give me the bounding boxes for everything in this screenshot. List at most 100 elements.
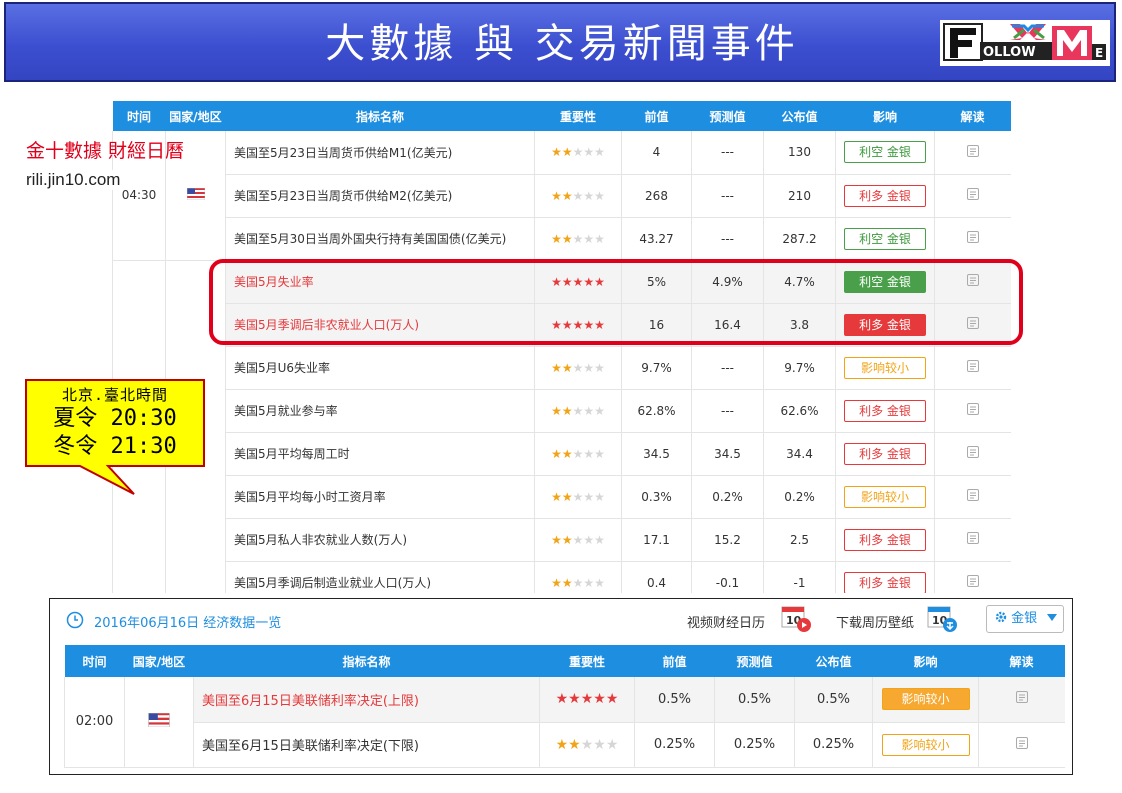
actual-value: 3.8 xyxy=(763,303,836,347)
star-filled-icon: ★ xyxy=(561,575,573,590)
document-icon[interactable] xyxy=(966,359,980,373)
interpret-cell xyxy=(934,174,1011,218)
indicator-name[interactable]: 美国5月就业参与率 xyxy=(225,389,535,433)
star-empty-icon: ★ xyxy=(594,360,605,375)
document-icon[interactable] xyxy=(966,187,980,201)
star-filled-icon: ★ xyxy=(572,274,584,289)
table-row[interactable]: 美国5月平均每周工时 ★★★★★ 34.5 34.5 34.4 利多 金银 xyxy=(113,432,1011,476)
interpret-cell xyxy=(934,217,1011,261)
document-icon[interactable] xyxy=(966,273,980,287)
star-empty-icon: ★ xyxy=(572,532,584,547)
table-row[interactable]: 美国至5月30日当周外国央行持有美国国债(亿美元) ★★★★★ 43.27 --… xyxy=(113,217,1011,261)
indicator-name[interactable]: 美国5月失业率 xyxy=(225,260,535,304)
col-header-country: 国家/地区 xyxy=(124,645,194,677)
actual-value: 210 xyxy=(763,174,836,218)
col-header-previous: 前值 xyxy=(621,101,692,131)
previous-value: 0.5% xyxy=(634,677,715,723)
impact-badge[interactable]: 影响较小 xyxy=(844,356,926,379)
impact-badge[interactable]: 利空 金银 xyxy=(844,270,926,293)
impact-badge[interactable]: 利空 金银 xyxy=(844,227,926,250)
importance-stars: ★★★★★ xyxy=(534,174,622,218)
star-empty-icon: ★ xyxy=(583,231,595,246)
forecast-value: --- xyxy=(691,389,764,433)
star-filled-icon: ★ xyxy=(555,736,569,753)
col-header-time: 时间 xyxy=(112,101,166,131)
download-wallpaper-link[interactable]: 下载周历壁纸 xyxy=(836,612,914,631)
star-filled-icon: ★ xyxy=(605,691,619,708)
indicator-name[interactable]: 美国至5月23日当周货币供给M2(亿美元) xyxy=(225,174,535,218)
table-row[interactable]: 美国5月平均每小时工资月率 ★★★★★ 0.3% 0.2% 0.2% 影响较小 xyxy=(113,475,1011,519)
importance-stars: ★★★★★ xyxy=(534,131,622,175)
table-header-row: 时间 国家/地区 指标名称 重要性 前值 预测值 公布值 影响 解读 xyxy=(112,101,1011,131)
document-icon[interactable] xyxy=(966,402,980,416)
forecast-value: 4.9% xyxy=(691,260,764,304)
star-empty-icon: ★ xyxy=(583,446,595,461)
star-empty-icon: ★ xyxy=(580,736,594,753)
col-header-interpret: 解读 xyxy=(934,101,1011,131)
indicator-name[interactable]: 美国5月平均每小时工资月率 xyxy=(225,475,535,519)
col-header-impact: 影响 xyxy=(872,645,979,677)
impact-badge[interactable]: 利多 金银 xyxy=(844,528,926,551)
document-icon[interactable] xyxy=(966,316,980,330)
document-icon[interactable] xyxy=(966,230,980,244)
impact-badge[interactable]: 利多 金银 xyxy=(844,399,926,422)
actual-value: 0.2% xyxy=(763,475,836,519)
star-filled-icon: ★ xyxy=(551,317,562,332)
impact-badge[interactable]: 影响较小 xyxy=(881,733,970,756)
previous-value: 0.25% xyxy=(634,722,715,768)
previous-value: 62.8% xyxy=(621,389,692,433)
table-row[interactable]: 美国5月U6失业率 ★★★★★ 9.7% --- 9.7% 影响较小 xyxy=(113,346,1011,390)
star-filled-icon: ★ xyxy=(572,317,584,332)
impact-badge[interactable]: 利多 金银 xyxy=(844,313,926,336)
col-header-previous: 前值 xyxy=(634,645,715,677)
impact-badge[interactable]: 利多 金银 xyxy=(844,571,926,594)
table-row[interactable]: 美国5月私人非农就业人数(万人) ★★★★★ 17.1 15.2 2.5 利多 … xyxy=(113,518,1011,562)
impact-badge[interactable]: 影响较小 xyxy=(881,688,970,711)
indicator-name[interactable]: 美国至5月23日当周货币供给M1(亿美元) xyxy=(225,131,535,175)
col-header-importance: 重要性 xyxy=(534,101,622,131)
indicator-name[interactable]: 美国5月季调后非农就业人口(万人) xyxy=(225,303,535,347)
star-empty-icon: ★ xyxy=(572,360,584,375)
impact-badge[interactable]: 利多 金银 xyxy=(844,184,926,207)
calendar-video-icon[interactable]: 10 xyxy=(780,605,812,633)
previous-value: 34.5 xyxy=(621,432,692,476)
star-empty-icon: ★ xyxy=(593,736,606,753)
col-header-importance: 重要性 xyxy=(539,645,635,677)
indicator-name[interactable]: 美国5月U6失业率 xyxy=(225,346,535,390)
col-header-indicator: 指标名称 xyxy=(225,101,535,131)
actual-value: 0.5% xyxy=(794,677,873,723)
impact-badge[interactable]: 利空 金银 xyxy=(844,141,926,164)
actual-value: 0.25% xyxy=(794,722,873,768)
table-row[interactable]: 美国5月就业参与率 ★★★★★ 62.8% --- 62.6% 利多 金银 xyxy=(113,389,1011,433)
impact-badge[interactable]: 影响较小 xyxy=(844,485,926,508)
document-icon[interactable] xyxy=(1015,690,1029,704)
document-icon[interactable] xyxy=(1015,736,1029,750)
document-icon[interactable] xyxy=(966,531,980,545)
forecast-value: --- xyxy=(691,217,764,261)
table-row[interactable]: 美国至6月15日美联储利率决定(下限) ★★★★★ 0.25% 0.25% 0.… xyxy=(65,722,1065,768)
impact-badge[interactable]: 利多 金银 xyxy=(844,442,926,465)
indicator-name[interactable]: 美国至5月30日当周外国央行持有美国国债(亿美元) xyxy=(225,217,535,261)
star-filled-icon: ★ xyxy=(551,575,562,590)
col-header-forecast: 预测值 xyxy=(691,101,764,131)
document-icon[interactable] xyxy=(966,488,980,502)
indicator-name[interactable]: 美国5月私人非农就业人数(万人) xyxy=(225,518,535,562)
table-row-highlighted[interactable]: 20:30 美国5月失业率 ★★★★★ 5% 4.9% 4.7% 利空 金银 xyxy=(112,260,1011,605)
indicator-name[interactable]: 美国至6月15日美联储利率决定(下限) xyxy=(193,722,540,768)
calendar-download-icon[interactable]: 10 xyxy=(926,605,958,633)
video-calendar-link[interactable]: 视频财经日历 xyxy=(687,612,765,631)
commodity-select[interactable]: 金银 xyxy=(986,605,1064,633)
actual-value: 9.7% xyxy=(763,346,836,390)
indicator-name[interactable]: 美国5月平均每周工时 xyxy=(225,432,535,476)
table-row-highlighted[interactable]: 美国5月季调后非农就业人口(万人) ★★★★★ 16 16.4 3.8 利多 金… xyxy=(113,303,1011,347)
document-icon[interactable] xyxy=(966,445,980,459)
indicator-name[interactable]: 美国至6月15日美联储利率决定(上限) xyxy=(193,677,540,723)
star-empty-icon: ★ xyxy=(594,231,605,246)
document-icon[interactable] xyxy=(966,574,980,588)
table-row-highlighted[interactable]: 02:00 美国至6月15日美联储利率决定(上限) ★★★★★ 0.5% 0.5… xyxy=(64,677,1065,768)
star-filled-icon: ★ xyxy=(551,360,562,375)
star-filled-icon: ★ xyxy=(561,317,573,332)
document-icon[interactable] xyxy=(966,144,980,158)
table-row[interactable]: 04:30 美国至5月23日当周货币供给M1(亿美元) ★★★★★ 4 --- … xyxy=(112,131,1011,261)
table-row[interactable]: 美国至5月23日当周货币供给M2(亿美元) ★★★★★ 268 --- 210 … xyxy=(113,174,1011,218)
